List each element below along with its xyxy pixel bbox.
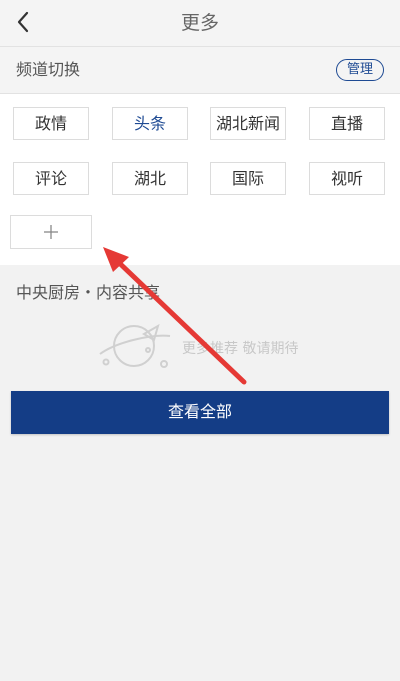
channel-tab-hubei-news[interactable]: 湖北新闻 [210,107,286,140]
central-kitchen-title: 中央厨房・内容共享 [16,283,161,302]
channel-tab-video[interactable]: 视听 [309,162,385,195]
page-title: 更多 [180,12,219,34]
channel-switch-bar: 频道切换 管理 [0,47,400,94]
plus-icon [44,225,58,239]
channel-tab-comment[interactable]: 评论 [13,162,89,195]
add-channel-button[interactable] [10,215,92,249]
view-all-button[interactable]: 查看全部 [11,391,389,434]
channel-switch-label: 频道切换 [16,60,81,79]
empty-placeholder: 更多推荐 敬请期待 [96,320,336,372]
channel-tab-hubei[interactable]: 湖北 [112,162,188,195]
top-bar: 更多 [0,0,400,47]
channel-grid: 政情 头条 湖北新闻 直播 评论 湖北 国际 视听 [0,94,400,265]
empty-placeholder-text: 更多推荐 敬请期待 [182,341,299,357]
channel-tab-zhengqing[interactable]: 政情 [13,107,89,140]
channel-tab-live[interactable]: 直播 [309,107,385,140]
rocket-planet-icon [99,323,171,368]
channel-tab-toutiao[interactable]: 头条 [112,107,188,140]
manage-button[interactable]: 管理 [335,59,384,81]
channel-tab-international[interactable]: 国际 [210,162,286,195]
